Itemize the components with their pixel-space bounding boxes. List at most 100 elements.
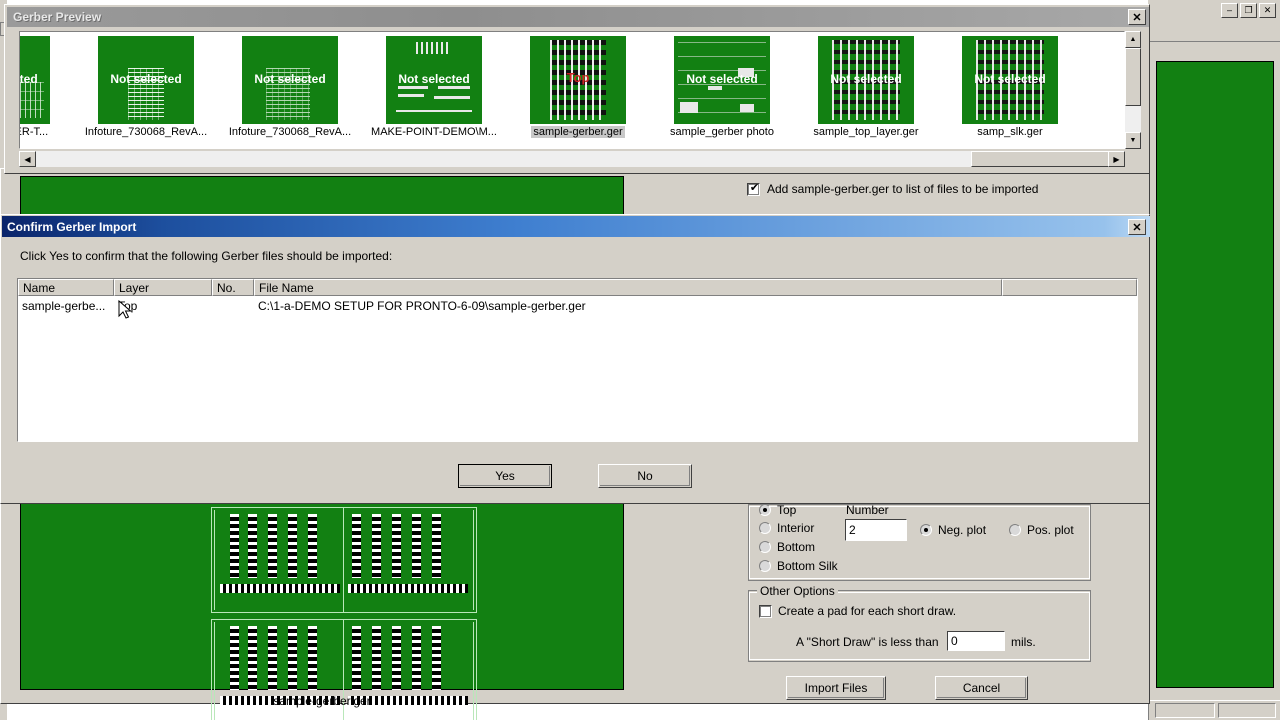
background-window-canvas — [1156, 61, 1274, 688]
list-item[interactable]: Not selected Infoture_730068_RevA... — [74, 32, 218, 148]
create-pad-label: Create a pad for each short draw. — [778, 604, 957, 618]
radio-bottom-silk[interactable]: Bottom Silk — [759, 559, 838, 573]
background-window-menubar[interactable] — [1149, 23, 1280, 42]
list-item[interactable]: Not selected sample_top_layer.ger — [794, 32, 938, 148]
thumbnail-image[interactable]: Not selected — [818, 36, 914, 124]
cell-name: sample-gerbe... — [22, 299, 106, 313]
scroll-left-icon[interactable]: ◀ — [19, 151, 36, 167]
restore-icon[interactable]: ❐ — [1240, 3, 1257, 18]
scroll-down-icon[interactable]: ▼ — [1125, 132, 1141, 149]
radio-bottom-indicator[interactable] — [759, 541, 771, 553]
dialog-titlebar[interactable]: Confirm Gerber Import ✕ — [2, 216, 1150, 237]
number-label: Number — [846, 503, 889, 517]
gerber-files-listview[interactable]: Name Layer No. File Name sample-gerbe...… — [17, 278, 1138, 442]
column-header-no[interactable]: No. — [212, 279, 254, 296]
add-to-list-checkbox-row[interactable]: Add sample-gerber.ger to list of files t… — [747, 182, 1038, 196]
thumbnail-image[interactable]: Not selected — [386, 36, 482, 124]
list-item[interactable]: Not selected samp_slk.ger — [938, 32, 1082, 148]
short-draw-input[interactable]: 0 — [947, 631, 1005, 651]
column-header-layer[interactable]: Layer — [114, 279, 212, 296]
radio-bottom[interactable]: Bottom — [759, 540, 815, 554]
thumbnail-strip[interactable]: Not selected 3ER_GERBER-T... Not selecte… — [19, 31, 1125, 149]
radio-interior-indicator[interactable] — [759, 522, 771, 534]
column-header-name[interactable]: Name — [18, 279, 114, 296]
background-window-toolbar[interactable] — [1149, 43, 1280, 60]
add-to-list-checkbox[interactable] — [747, 182, 761, 196]
thumbnail-image[interactable]: Not selected — [98, 36, 194, 124]
short-draw-value: 0 — [951, 634, 958, 648]
thumbnail-image[interactable]: Not selected — [20, 36, 50, 124]
gerber-preview-titlebar[interactable]: Gerber Preview ✕ — [7, 7, 1149, 27]
dialog-prompt: Click Yes to confirm that the following … — [20, 249, 393, 263]
dialog-title: Confirm Gerber Import — [7, 219, 137, 234]
pcb-divider — [343, 508, 344, 612]
no-label: No — [637, 469, 653, 483]
radio-top-indicator[interactable] — [759, 504, 771, 516]
scroll-up-icon[interactable]: ▲ — [1125, 31, 1141, 48]
thumbnail-name: MAKE-POINT-DEMO\M... — [371, 126, 497, 138]
minimize-icon[interactable]: – — [1221, 3, 1238, 18]
cell-no — [212, 297, 254, 315]
no-button[interactable]: No — [598, 464, 692, 488]
list-item[interactable]: Not selected sample_gerber photo — [650, 32, 794, 148]
list-item[interactable]: Not selected 3ER_GERBER-T... — [20, 32, 74, 148]
close-glyph: ✕ — [1132, 11, 1142, 24]
layer-number-value: 2 — [849, 523, 856, 537]
short-draw-units-label: mils. — [1011, 635, 1036, 649]
column-header-filename[interactable]: File Name — [254, 279, 1002, 296]
radio-bottom-silk-indicator[interactable] — [759, 560, 771, 572]
list-item[interactable]: Not selected MAKE-POINT-DEMO\M... — [362, 32, 506, 148]
radio-pos-plot[interactable]: Pos. plot — [1009, 523, 1074, 537]
gerber-preview-title: Gerber Preview — [13, 10, 102, 24]
other-options-groupbox: Other Options Create a pad for each shor… — [748, 584, 1091, 662]
thumbnail-image[interactable]: Top — [530, 36, 626, 124]
table-row[interactable]: sample-gerbe... Top C:\1-a-DEMO SETUP FO… — [18, 297, 1137, 315]
vertical-scroll-track[interactable] — [1125, 48, 1141, 132]
import-files-label: Import Files — [804, 681, 868, 695]
thumbnail-horizontal-scrollbar[interactable]: ◀ ▶ — [19, 151, 1125, 167]
radio-bottom-label: Bottom — [777, 540, 816, 554]
thumbnail-state-label: Not selected — [830, 72, 902, 86]
horizontal-scroll-thumb[interactable] — [971, 151, 1124, 167]
list-item[interactable]: Top sample-gerber.ger — [506, 32, 650, 148]
thumbnail-name: samp_slk.ger — [977, 126, 1043, 138]
thumbnail-state-label: Not selected — [974, 72, 1046, 86]
status-cell-1 — [1155, 703, 1215, 718]
create-pad-checkbox-row[interactable]: Create a pad for each short draw. — [759, 604, 956, 618]
thumbnail-image[interactable]: Not selected — [674, 36, 770, 124]
cell-filename: C:\1-a-DEMO SETUP FOR PRONTO-6-09\sample… — [258, 299, 586, 313]
scroll-right-icon[interactable]: ▶ — [1108, 151, 1125, 167]
pcb-artwork — [209, 507, 479, 720]
thumbnail-vertical-scrollbar[interactable]: ▲ ▼ — [1125, 31, 1141, 149]
radio-pos-plot-indicator[interactable] — [1009, 524, 1021, 536]
radio-top[interactable]: Top — [759, 503, 796, 517]
close-icon[interactable]: ✕ — [1259, 3, 1276, 18]
status-cell-2 — [1218, 703, 1276, 718]
vertical-scroll-thumb[interactable] — [1125, 48, 1141, 106]
close-icon[interactable]: ✕ — [1128, 219, 1146, 235]
thumbnail-state-label: Not selected — [254, 72, 326, 86]
close-icon[interactable]: ✕ — [1128, 9, 1146, 25]
thumbnail-state-label: Not selected — [398, 72, 470, 86]
radio-interior-label: Interior — [777, 521, 815, 535]
thumbnail-image[interactable]: Not selected — [962, 36, 1058, 124]
cancel-button[interactable]: Cancel — [935, 676, 1028, 700]
radio-neg-plot-indicator[interactable] — [920, 524, 932, 536]
column-header-blank[interactable] — [1002, 279, 1137, 296]
scroll-down-glyph: ▼ — [1129, 137, 1137, 144]
thumbnail-name: sample-gerber.ger — [531, 126, 625, 138]
yes-label: Yes — [495, 469, 515, 483]
listview-header: Name Layer No. File Name — [18, 279, 1137, 296]
create-pad-checkbox[interactable] — [759, 604, 772, 618]
radio-interior[interactable]: Interior — [759, 521, 814, 535]
preview-filename-label: sample-gerber.ger — [273, 694, 371, 708]
yes-button[interactable]: Yes — [458, 464, 552, 488]
radio-neg-plot[interactable]: Neg. plot — [920, 523, 986, 537]
layer-number-input[interactable]: 2 — [845, 519, 907, 541]
list-item[interactable]: Not selected Infoture_730068_RevA... — [218, 32, 362, 148]
thumbnail-image[interactable]: Not selected — [242, 36, 338, 124]
thumbnail-state-label: Not selected — [110, 72, 182, 86]
thumbnail-list: Not selected 3ER_GERBER-T... Not selecte… — [20, 32, 1082, 148]
thumbnail-name: Infoture_730068_RevA... — [228, 126, 352, 138]
import-files-button[interactable]: Import Files — [786, 676, 886, 700]
